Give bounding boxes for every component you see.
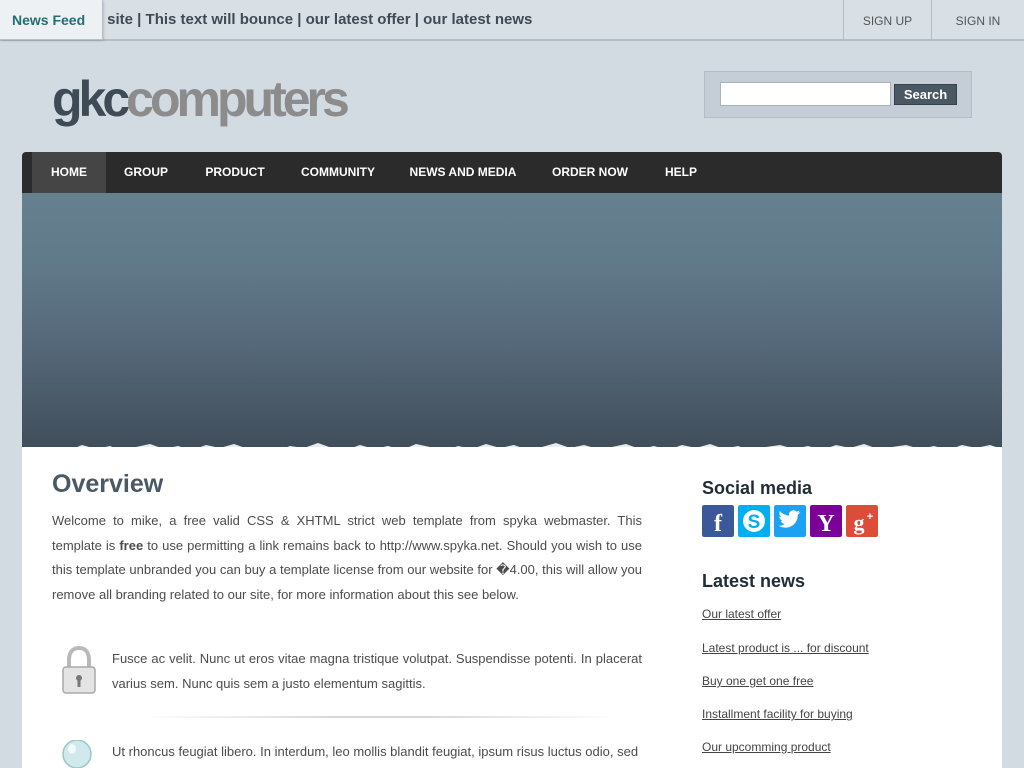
feature-text-1: Fusce ac velit. Nunc ut eros vitae magna… [112, 651, 642, 691]
nav-item-home[interactable]: HOME [32, 152, 106, 193]
news-ticker: ur site | This text will bounce | our la… [0, 0, 843, 39]
search-button[interactable]: Search [894, 84, 957, 105]
news-link-4[interactable]: Installment facility for buying [702, 707, 853, 721]
svg-text:g: g [854, 510, 865, 535]
svg-text:f: f [714, 511, 723, 537]
svg-text:Y: Y [817, 511, 834, 537]
nav-item-order-now[interactable]: ORDER NOW [544, 152, 636, 193]
top-bar: ur site | This text will bounce | our la… [0, 0, 1024, 41]
sign-in-button[interactable]: SIGN IN [931, 0, 1024, 39]
latest-news-title: Latest news [702, 571, 806, 591]
yahoo-icon[interactable]: Y [810, 505, 842, 537]
svg-text:S: S [748, 512, 761, 533]
news-link-5[interactable]: Our upcomming product [702, 740, 831, 754]
padlock-icon [62, 646, 96, 694]
search-input[interactable] [720, 82, 891, 106]
search-box: Search [704, 71, 972, 118]
svg-text:+: + [867, 511, 873, 523]
news-feed-label: News Feed [0, 0, 103, 40]
main-nav: HOME GROUP PRODUCT COMMUNITY NEWS AND ME… [22, 152, 1002, 193]
news-link-2[interactable]: Latest product is ... for discount [702, 641, 869, 655]
logo-part-1: gkc [52, 71, 130, 127]
site-logo[interactable]: gkccomputers [52, 70, 350, 128]
nav-item-product[interactable]: PRODUCT [195, 152, 275, 193]
nav-item-group[interactable]: GROUP [113, 152, 179, 193]
content-area [22, 447, 1002, 768]
hero-banner [22, 193, 1002, 463]
news-link-1[interactable]: Our latest offer [702, 607, 781, 621]
lightbulb-icon [62, 740, 92, 768]
overview-free-word: free [119, 537, 144, 553]
facebook-icon[interactable]: f [702, 505, 734, 537]
news-link-3[interactable]: Buy one get one free [702, 674, 813, 688]
feature-text-2: Ut rhoncus feugiat libero. In interdum, … [112, 744, 639, 759]
social-media-title: Social media [702, 478, 813, 498]
nav-item-help[interactable]: HELP [658, 152, 704, 193]
nav-item-community[interactable]: COMMUNITY [292, 152, 384, 193]
ticker-text[interactable]: ur site | This text will bounce | our la… [88, 11, 532, 28]
sign-up-button[interactable]: SIGN UP [843, 0, 931, 39]
overview-title: Overview [52, 470, 164, 498]
twitter-icon[interactable] [774, 505, 806, 537]
nav-item-news-and-media[interactable]: NEWS AND MEDIA [403, 152, 523, 193]
feature-separator [140, 716, 620, 718]
logo-part-2: computers [126, 71, 350, 127]
overview-text: Welcome to mike, a free valid CSS & XHTM… [52, 509, 642, 607]
google-plus-icon[interactable]: g + [846, 505, 878, 537]
skype-icon[interactable]: S [738, 505, 770, 537]
